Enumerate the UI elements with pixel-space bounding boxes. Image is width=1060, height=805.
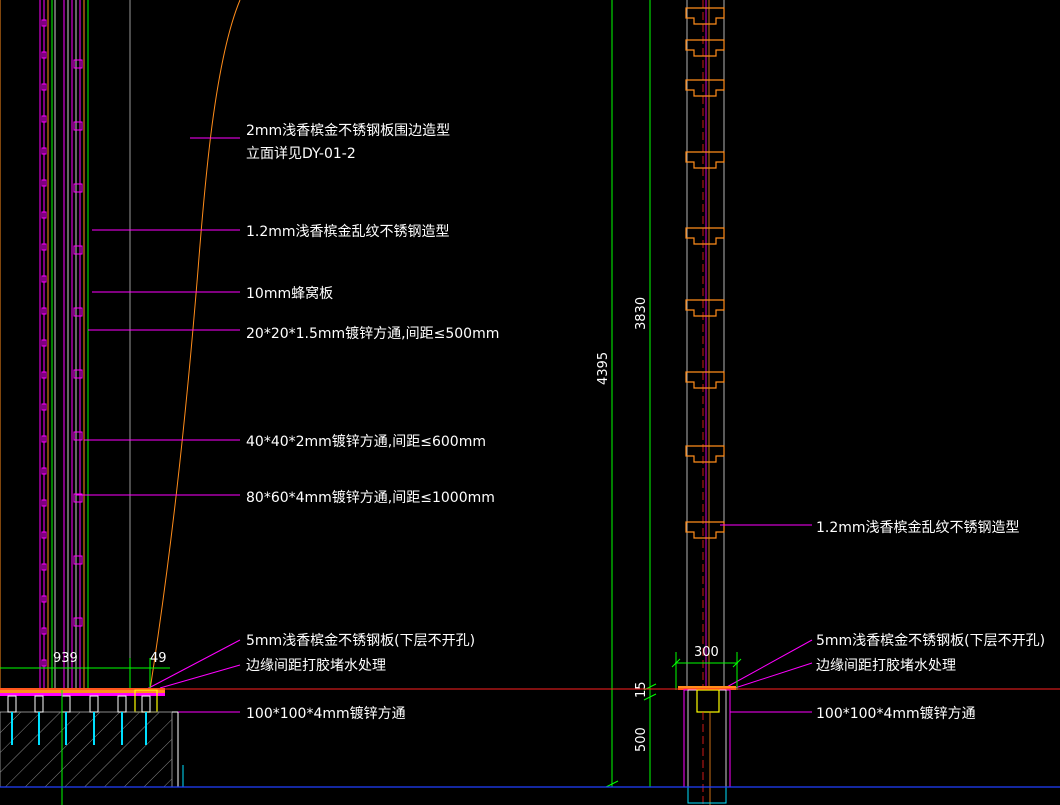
profile-segment (685, 227, 725, 245)
anchor-post (61, 695, 71, 713)
annotation-sealant: 边缘间距打胶堵水处理 (246, 657, 386, 674)
right-dimensions: 4395 3830 15 500 (596, 0, 657, 788)
anchor-post (89, 695, 99, 713)
bracket-square (73, 369, 83, 379)
annotation-honeycomb-panel: 10mm蜂窝板 (246, 285, 333, 302)
profile-segment (685, 151, 725, 169)
annotation-40x40-tube: 40*40*2mm镀锌方通,间距≤600mm (246, 433, 486, 450)
dimension-300-text: 300 (694, 645, 719, 660)
left-wall-section (0, 0, 131, 690)
profile-segment (685, 7, 725, 25)
dimension-500-text: 500 (634, 727, 649, 752)
annotation-80x60-tube: 80*60*4mm镀锌方通,间距≤1000mm (246, 489, 495, 506)
annotation-right-1-2mm-steel: 1.2mm浅香槟金乱纹不锈钢造型 (816, 520, 1020, 536)
anchor-post (7, 695, 17, 713)
profile-segment (685, 521, 725, 539)
anchor-post (141, 695, 151, 713)
bracket-square (73, 183, 83, 193)
dimension-300: 300 (671, 645, 742, 690)
curved-panel-edge (149, 0, 241, 691)
bracket-square (73, 555, 83, 565)
annotation-elevation-ref: 立面详见DY-01-2 (246, 146, 356, 162)
annotation-5mm-plate: 5mm浅香槟金不锈钢板(下层不开孔) (246, 633, 475, 649)
left-leaders (76, 137, 241, 713)
dimension-49-text: 49 (150, 651, 167, 666)
bracket-square (73, 431, 83, 441)
bracket-square (73, 307, 83, 317)
stainless-profile-segments (685, 7, 725, 539)
dimension-939-text: 939 (53, 651, 78, 666)
annotation-right-sealant: 边缘间距打胶堵水处理 (816, 657, 956, 674)
profile-segment (685, 79, 725, 97)
bracket-square (73, 121, 83, 131)
bracket-square (73, 617, 83, 627)
bracket-square (73, 59, 83, 69)
bracket-square (73, 245, 83, 255)
profile-segment (685, 445, 725, 463)
dimension-3830-text: 3830 (634, 297, 649, 330)
anchor-post (117, 695, 127, 713)
right-leaders (720, 524, 813, 713)
dimension-939: 939 49 (0, 651, 170, 690)
profile-segment (685, 371, 725, 389)
profile-segment (685, 299, 725, 317)
right-column (685, 0, 725, 690)
annotation-20x20-tube: 20*20*1.5mm镀锌方通,间距≤500mm (246, 325, 499, 342)
annotation-1-2mm-steel: 1.2mm浅香槟金乱纹不锈钢造型 (246, 224, 450, 240)
anchor-post (34, 695, 44, 713)
annotation-100x100-tube: 100*100*4mm镀锌方通 (246, 705, 406, 722)
cad-drawing: 2mm浅香槟金不锈钢板围边造型 立面详见DY-01-2 1.2mm浅香槟金乱纹不… (0, 0, 1060, 805)
dimension-15-text: 15 (634, 681, 649, 698)
profile-segment (685, 39, 725, 57)
dimension-4395-text: 4395 (596, 352, 611, 385)
annotation-right-5mm-plate: 5mm浅香槟金不锈钢板(下层不开孔) (816, 633, 1045, 649)
annotation-2mm-border: 2mm浅香槟金不锈钢板围边造型 (246, 123, 450, 139)
annotation-right-100x100-tube: 100*100*4mm镀锌方通 (816, 705, 976, 722)
